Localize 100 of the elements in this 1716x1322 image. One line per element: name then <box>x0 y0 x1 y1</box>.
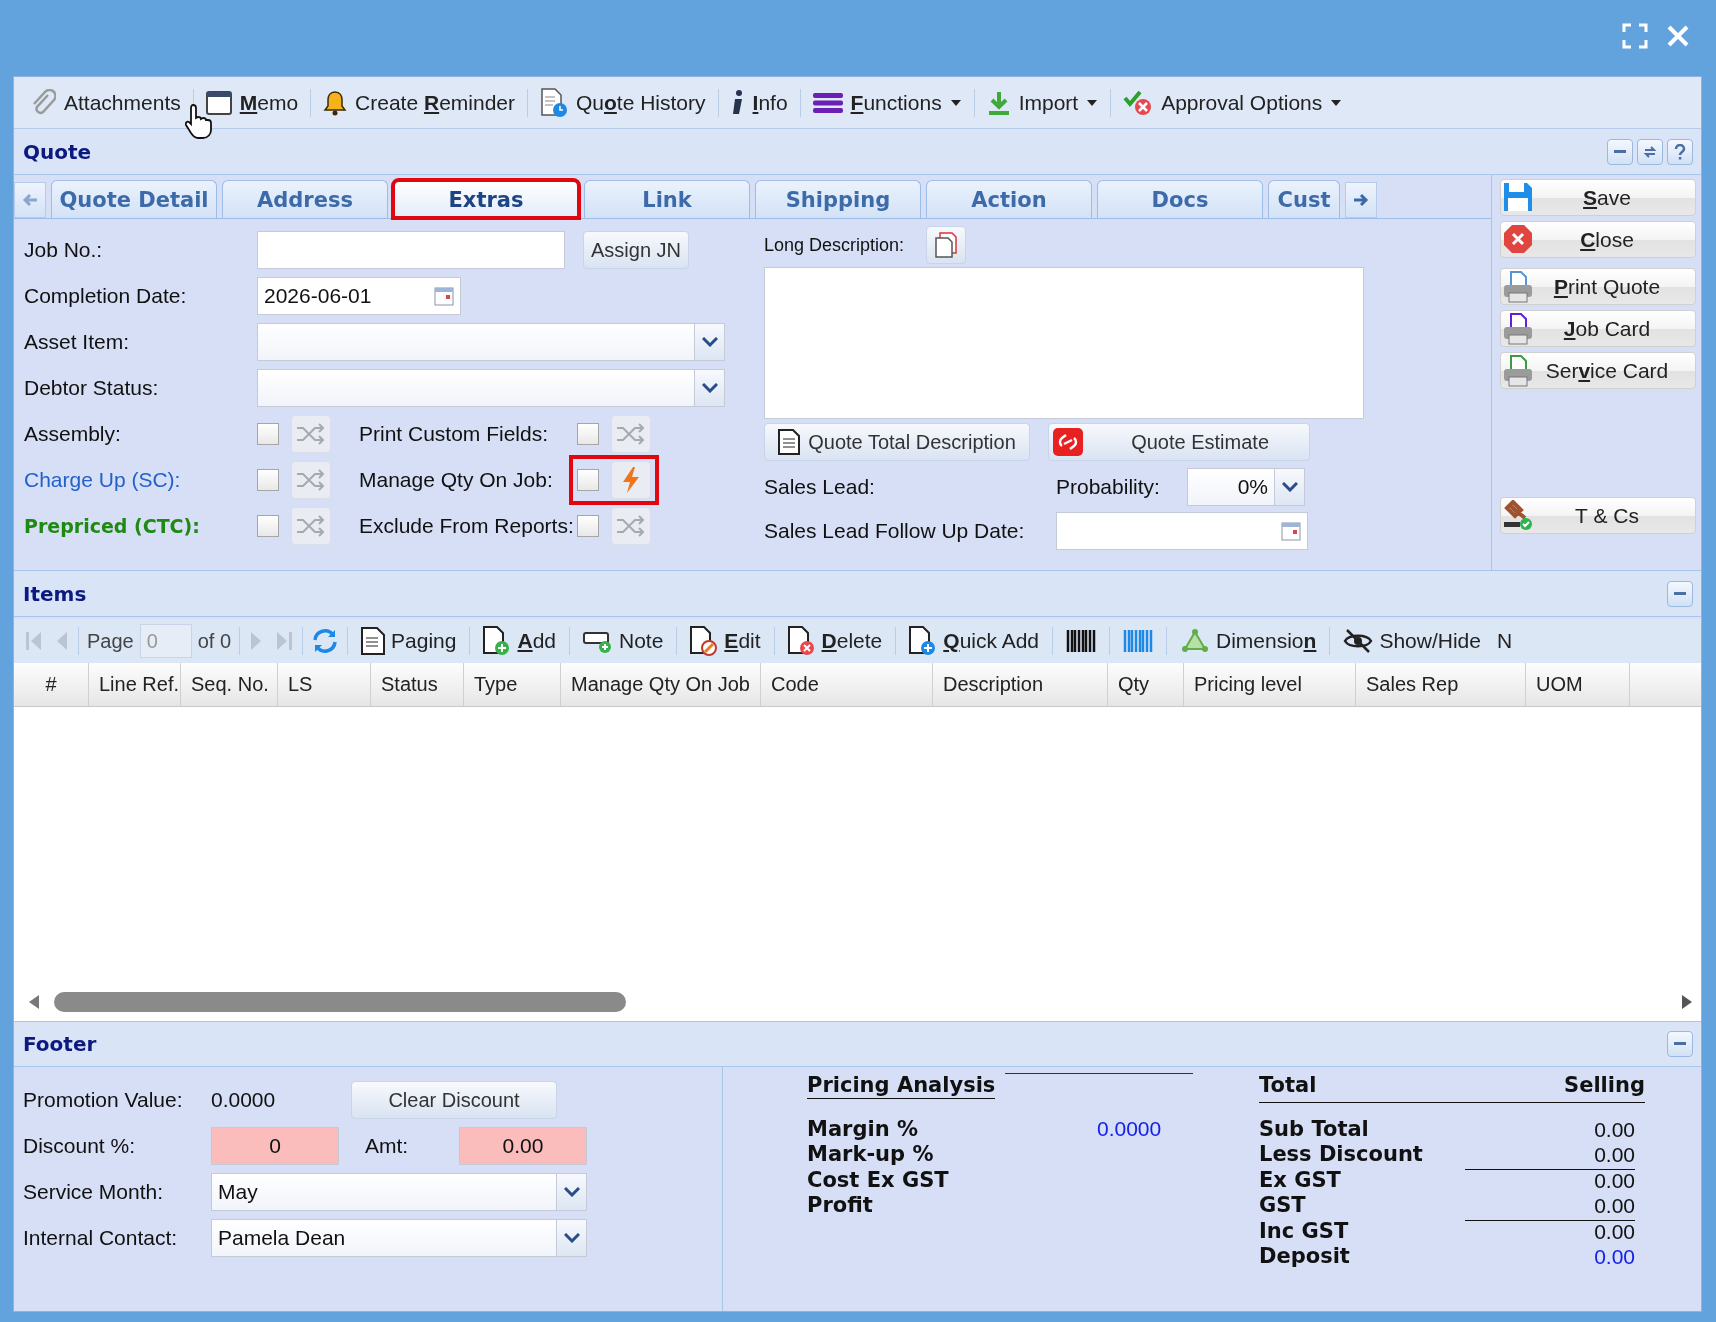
side-button[interactable]: Close <box>1500 221 1696 258</box>
add-document-icon <box>909 626 938 656</box>
toolbar-button[interactable]: Attachments <box>20 82 191 123</box>
toolbar-button[interactable]: Add <box>478 626 561 656</box>
column-header[interactable]: Qty <box>1108 663 1184 706</box>
swap-arrows-icon <box>1643 144 1657 159</box>
minus-icon <box>1674 591 1686 596</box>
calendar-icon[interactable] <box>434 286 454 306</box>
toolbar-button[interactable]: Show/Hide <box>1338 628 1486 654</box>
column-header[interactable]: Status <box>371 663 464 706</box>
action-button[interactable] <box>291 461 331 499</box>
tab[interactable]: Link <box>584 180 750 218</box>
help-button[interactable] <box>1667 138 1693 165</box>
column-header[interactable]: Line Ref. <box>89 663 181 706</box>
last-page-icon[interactable] <box>274 630 295 652</box>
field-label: Service Month: <box>23 1180 165 1204</box>
refresh-button[interactable] <box>1637 138 1663 165</box>
refresh-icon[interactable] <box>311 628 340 654</box>
tab[interactable]: Extras <box>393 180 579 218</box>
fullscreen-icon[interactable] <box>1622 23 1648 49</box>
toolbar-button[interactable]: Approval Options <box>1113 82 1353 123</box>
toolbar-button[interactable]: Paging <box>356 627 462 655</box>
field-label: Amt: <box>364 1134 410 1158</box>
toolbar-button[interactable]: Info <box>720 82 798 123</box>
calendar-icon[interactable] <box>1281 521 1301 541</box>
action-button[interactable] <box>611 461 651 499</box>
shuffle-icon <box>296 469 326 491</box>
collapse-button[interactable] <box>1607 138 1633 165</box>
first-page-icon[interactable] <box>24 630 44 652</box>
total-description-button[interactable]: Quote Total Description <box>764 423 1030 461</box>
dropdown-field[interactable] <box>257 323 725 361</box>
toolbar-button[interactable]: Note <box>578 628 669 654</box>
column-header[interactable]: LS <box>278 663 371 706</box>
action-button[interactable] <box>291 415 331 453</box>
amount-field[interactable]: 0.00 <box>459 1127 587 1165</box>
tab[interactable]: Address <box>222 180 388 218</box>
clear-discount-button[interactable]: Clear Discount <box>351 1081 557 1119</box>
discount-field[interactable]: 0 <box>211 1127 339 1165</box>
toolbar-button[interactable]: N <box>1491 629 1518 653</box>
checkbox[interactable] <box>257 469 279 491</box>
shuffle-icon <box>616 423 646 445</box>
scroll-left-button[interactable] <box>14 182 46 218</box>
close-icon[interactable] <box>1666 24 1690 48</box>
toolbar-button[interactable]: Quote History <box>530 82 716 123</box>
checkbox[interactable] <box>577 423 599 445</box>
checkbox[interactable] <box>577 469 599 491</box>
collapse-button[interactable] <box>1667 580 1693 607</box>
column-header[interactable]: Description <box>933 663 1108 706</box>
action-button[interactable] <box>611 415 651 453</box>
assign-button[interactable]: Assign JN <box>583 231 689 269</box>
toolbar-button[interactable]: Functions <box>802 82 972 123</box>
column-header[interactable]: # <box>14 663 89 706</box>
column-header[interactable]: Code <box>761 663 933 706</box>
column-header[interactable]: Seq. No. <box>181 663 278 706</box>
toolbar-button[interactable]: Dimension <box>1175 628 1322 654</box>
checkbox[interactable] <box>577 515 599 537</box>
download-icon <box>986 89 1011 116</box>
scroll-left-icon[interactable] <box>28 994 40 1010</box>
scroll-right-icon[interactable] <box>1681 994 1693 1010</box>
scrollbar-thumb[interactable] <box>54 992 626 1012</box>
toolbar-button[interactable]: Quick Add <box>904 626 1044 656</box>
toolbar-button[interactable]: Memo <box>195 82 309 123</box>
column-header[interactable]: Type <box>464 663 561 706</box>
barcode-icon <box>1123 629 1153 653</box>
estimate-button[interactable]: Quote Estimate <box>1048 423 1310 461</box>
tab[interactable]: Action <box>926 180 1092 218</box>
dropdown-field[interactable]: 0% <box>1187 468 1305 506</box>
checkbox[interactable] <box>257 515 279 537</box>
side-button[interactable]: Print Quote <box>1500 268 1696 305</box>
column-header[interactable]: Pricing level <box>1184 663 1356 706</box>
action-button[interactable] <box>291 507 331 545</box>
toolbar-button[interactable]: Edit <box>685 626 766 656</box>
action-button[interactable] <box>611 507 651 545</box>
side-button[interactable]: Save <box>1500 179 1696 216</box>
tab[interactable]: Docs <box>1097 180 1263 218</box>
pricing-value: 0.0000 <box>1097 1116 1162 1141</box>
toolbar-button[interactable]: Create Reminder <box>313 82 525 123</box>
tab[interactable]: Quote Detail <box>51 180 217 218</box>
column-header[interactable]: Sales Rep <box>1356 663 1526 706</box>
tab[interactable]: Cust <box>1268 180 1340 218</box>
column-header[interactable]: Manage Qty On Job <box>561 663 761 706</box>
date-field[interactable]: 2026-06-01 <box>257 277 461 315</box>
side-button[interactable]: Job Card <box>1500 310 1696 347</box>
date-field[interactable] <box>1056 512 1308 550</box>
copy-button[interactable] <box>926 226 967 264</box>
collapse-button[interactable] <box>1667 1031 1693 1057</box>
dropdown-field[interactable]: Pamela Dean <box>211 1219 587 1257</box>
tab[interactable]: Shipping <box>755 180 921 218</box>
side-button[interactable]: T & Cs <box>1500 497 1696 534</box>
side-button[interactable]: Service Card <box>1500 352 1696 389</box>
arrow-right-icon <box>1353 193 1369 207</box>
checkbox[interactable] <box>257 423 279 445</box>
column-header[interactable]: UOM <box>1526 663 1630 706</box>
toolbar-button[interactable]: Delete <box>782 626 888 656</box>
input-field[interactable] <box>257 231 565 269</box>
document-clock-icon <box>540 87 568 118</box>
dropdown-field[interactable]: May <box>211 1173 587 1211</box>
scroll-right-button[interactable] <box>1345 182 1377 218</box>
toolbar-button[interactable]: Import <box>976 82 1109 123</box>
dropdown-field[interactable] <box>257 369 725 407</box>
